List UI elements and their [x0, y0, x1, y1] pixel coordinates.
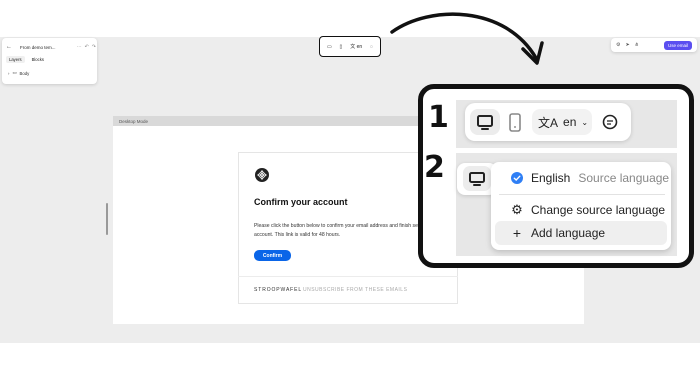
- language-selector[interactable]: 文 en: [350, 43, 362, 50]
- more-icon[interactable]: ⋯: [77, 44, 82, 50]
- language-code: en: [563, 115, 577, 129]
- source-language-tag: Source language: [578, 171, 670, 185]
- menu-label-change-source: Change source language: [531, 203, 666, 217]
- settings-icon[interactable]: ⚙: [616, 42, 620, 48]
- menu-divider: [499, 194, 665, 195]
- email-heading: Confirm your account: [254, 197, 348, 207]
- menu-label-add-language: Add language: [531, 226, 606, 240]
- desktop-icon: [477, 115, 493, 130]
- zoomed-language-selector[interactable]: 文A en ⌄: [532, 109, 592, 135]
- gear-icon: ⚙: [511, 202, 523, 217]
- brand-logo-icon: [255, 168, 269, 182]
- step-number-1: 1: [428, 100, 449, 135]
- language-code: en: [356, 44, 363, 50]
- email-divider: [238, 276, 458, 277]
- translate-icon: 文: [350, 44, 356, 50]
- box-icon: ▭: [12, 70, 17, 75]
- mobile-icon[interactable]: ▯: [340, 44, 343, 50]
- resize-handle[interactable]: [106, 203, 108, 235]
- template-title[interactable]: From demo tem...: [20, 45, 77, 50]
- unsubscribe-link[interactable]: UNSUBSCRIBE FROM THESE EMAILS: [303, 287, 407, 293]
- actions-toolbar: ⚙ ➤ ⋔ Use email: [611, 38, 697, 52]
- menu-item-change-source[interactable]: ⚙ Change source language: [491, 198, 671, 222]
- undo-icon[interactable]: ↶: [85, 44, 89, 50]
- menu-item-add-language[interactable]: + Add language: [495, 221, 667, 245]
- menu-item-english[interactable]: English Source language: [491, 166, 671, 190]
- plus-icon: +: [512, 225, 522, 241]
- send-icon[interactable]: ➤: [625, 42, 629, 48]
- back-arrow-icon[interactable]: ←: [6, 44, 14, 50]
- chevron-down-icon: ⌄: [581, 117, 589, 127]
- desktop-icon[interactable]: ▭: [327, 44, 332, 50]
- chevron-right-icon[interactable]: ›: [8, 71, 9, 76]
- tab-blocks[interactable]: Blocks: [29, 56, 47, 63]
- step-number-2: 2: [424, 150, 445, 185]
- comment-icon[interactable]: [600, 113, 620, 131]
- layers-panel: ← From demo tem... ⋯ ↶ ↷ Layers Blocks ›…: [2, 38, 97, 84]
- menu-label-english: English: [531, 171, 571, 185]
- check-circle-icon: [511, 172, 523, 184]
- zoomed-desktop-button[interactable]: [470, 109, 500, 135]
- language-menu: English Source language ⚙ Change source …: [491, 162, 671, 250]
- use-email-button[interactable]: Use email: [663, 40, 692, 50]
- desktop-icon: [469, 172, 485, 186]
- confirm-button[interactable]: Confirm: [254, 250, 291, 261]
- tree-item-body[interactable]: › ▭ Body: [8, 70, 29, 76]
- mobile-icon[interactable]: [505, 112, 525, 134]
- panel-header: ← From demo tem... ⋯ ↶ ↷: [6, 41, 96, 53]
- tab-layers[interactable]: Layers: [6, 56, 25, 63]
- comment-icon[interactable]: ◌: [370, 44, 373, 50]
- tree-item-label: Body: [19, 70, 30, 76]
- share-icon[interactable]: ⋔: [635, 42, 639, 48]
- footer-brand: STROOPWAFEL: [254, 287, 303, 293]
- translate-icon: 文A: [538, 115, 559, 130]
- redo-icon[interactable]: ↷: [92, 44, 96, 50]
- view-toolbar: ▭ ▯ 文 en ◌: [319, 36, 381, 57]
- zoomed-desktop-button-2[interactable]: [463, 166, 491, 191]
